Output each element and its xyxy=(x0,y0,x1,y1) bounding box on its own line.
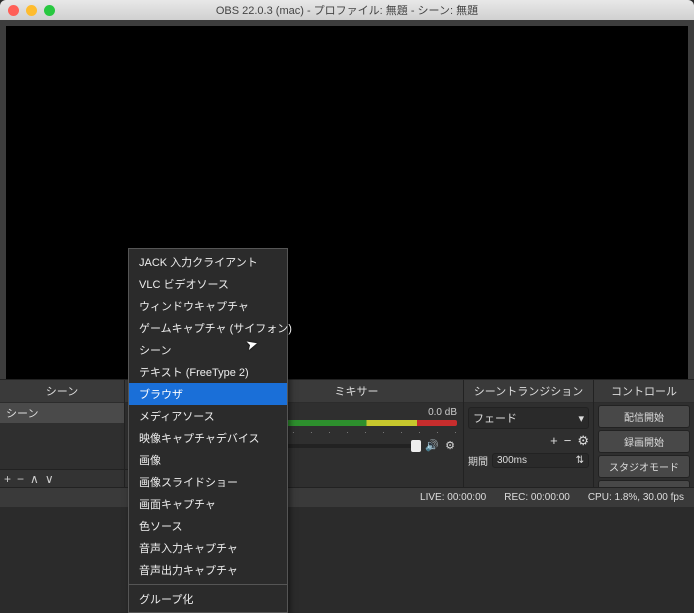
duration-value: 300ms xyxy=(497,455,527,466)
status-live: LIVE: 00:00:00 xyxy=(420,492,486,503)
ctx-item-group[interactable]: グループ化 xyxy=(129,588,287,610)
close-icon[interactable] xyxy=(8,5,19,16)
remove-scene-button[interactable]: − xyxy=(17,472,24,486)
ctx-item[interactable]: ゲームキャプチャ (サイフォン) xyxy=(129,317,287,339)
transitions-body: フェード ▾ + − ⚙ 期間 300ms ⇅ xyxy=(464,403,593,487)
scene-up-button[interactable]: ∧ xyxy=(30,472,39,486)
settings-button[interactable]: 設定 xyxy=(598,480,690,487)
ctx-item[interactable]: VLC ビデオソース xyxy=(129,273,287,295)
transitions-panel: シーントランジション フェード ▾ + − ⚙ 期間 300ms ⇅ xyxy=(464,380,594,487)
traffic-lights xyxy=(8,5,55,16)
ctx-item[interactable]: 色ソース xyxy=(129,515,287,537)
controls-header: コントロール xyxy=(594,380,694,403)
controls-panel: コントロール 配信開始 録画開始 スタジオモード 設定 終了 xyxy=(594,380,694,487)
ctx-item[interactable]: 画像スライドショー xyxy=(129,471,287,493)
duration-spinner[interactable]: 300ms ⇅ xyxy=(492,453,589,468)
ctx-separator xyxy=(129,584,287,585)
speaker-icon[interactable]: 🔊 xyxy=(425,439,439,452)
ctx-item[interactable]: 音声入力キャプチャ xyxy=(129,537,287,559)
ctx-item[interactable]: JACK 入力クライアント xyxy=(129,251,287,273)
transitions-header: シーントランジション xyxy=(464,380,593,403)
transition-gear-icon[interactable]: ⚙ xyxy=(577,433,589,449)
panels: シーン シーン + − ∧ ∨ ソース + − ⚙ ∧ ∨ xyxy=(0,379,694,487)
add-transition-button[interactable]: + xyxy=(550,433,558,449)
duration-row: 期間 300ms ⇅ xyxy=(468,453,589,468)
remove-transition-button[interactable]: − xyxy=(564,433,572,449)
spinner-arrows-icon: ⇅ xyxy=(576,455,584,466)
transition-buttons: + − ⚙ xyxy=(468,433,589,449)
add-scene-button[interactable]: + xyxy=(4,472,11,486)
ctx-item[interactable]: 音声出力キャプチャ xyxy=(129,559,287,581)
ctx-item[interactable]: ウィンドウキャプチャ xyxy=(129,295,287,317)
ctx-item[interactable]: メディアソース xyxy=(129,405,287,427)
ctx-item[interactable]: ブラウザ xyxy=(129,383,287,405)
mixer-gear-icon[interactable]: ⚙ xyxy=(443,439,457,452)
add-source-context-menu[interactable]: JACK 入力クライアントVLC ビデオソースウィンドウキャプチャゲームキャプチ… xyxy=(128,248,288,613)
scenes-toolbar: + − ∧ ∨ xyxy=(0,469,124,487)
maximize-icon[interactable] xyxy=(44,5,55,16)
studio-mode-button[interactable]: スタジオモード xyxy=(598,455,690,478)
chevron-down-icon: ▾ xyxy=(578,412,584,425)
transition-selected: フェード xyxy=(473,410,517,426)
ctx-item[interactable]: 映像キャプチャデバイス xyxy=(129,427,287,449)
transition-select[interactable]: フェード ▾ xyxy=(468,407,589,429)
ctx-item[interactable]: シーン xyxy=(129,339,287,361)
obs-window: OBS 22.0.3 (mac) - プロファイル: 無題 - シーン: 無題 … xyxy=(0,0,694,507)
scenes-panel: シーン シーン + − ∧ ∨ xyxy=(0,380,125,487)
ctx-item[interactable]: テキスト (FreeType 2) xyxy=(129,361,287,383)
preview-canvas[interactable] xyxy=(6,26,688,379)
controls-body: 配信開始 録画開始 スタジオモード 設定 終了 xyxy=(594,403,694,487)
status-rec: REC: 00:00:00 xyxy=(504,492,570,503)
ctx-item[interactable]: 画面キャプチャ xyxy=(129,493,287,515)
statusbar: LIVE: 00:00:00 REC: 00:00:00 CPU: 1.8%, … xyxy=(0,487,694,507)
status-cpu: CPU: 1.8%, 30.00 fps xyxy=(588,492,684,503)
titlebar: OBS 22.0.3 (mac) - プロファイル: 無題 - シーン: 無題 xyxy=(0,0,694,20)
minimize-icon[interactable] xyxy=(26,5,37,16)
scene-down-button[interactable]: ∨ xyxy=(45,472,54,486)
start-record-button[interactable]: 録画開始 xyxy=(598,430,690,453)
scene-item[interactable]: シーン xyxy=(0,403,124,423)
preview-area xyxy=(0,20,694,379)
ctx-item[interactable]: 画像 xyxy=(129,449,287,471)
scenes-header: シーン xyxy=(0,380,124,403)
window-title: OBS 22.0.3 (mac) - プロファイル: 無題 - シーン: 無題 xyxy=(0,2,694,18)
duration-label: 期間 xyxy=(468,453,488,468)
scenes-list[interactable]: シーン + − ∧ ∨ xyxy=(0,403,124,487)
start-stream-button[interactable]: 配信開始 xyxy=(598,405,690,428)
